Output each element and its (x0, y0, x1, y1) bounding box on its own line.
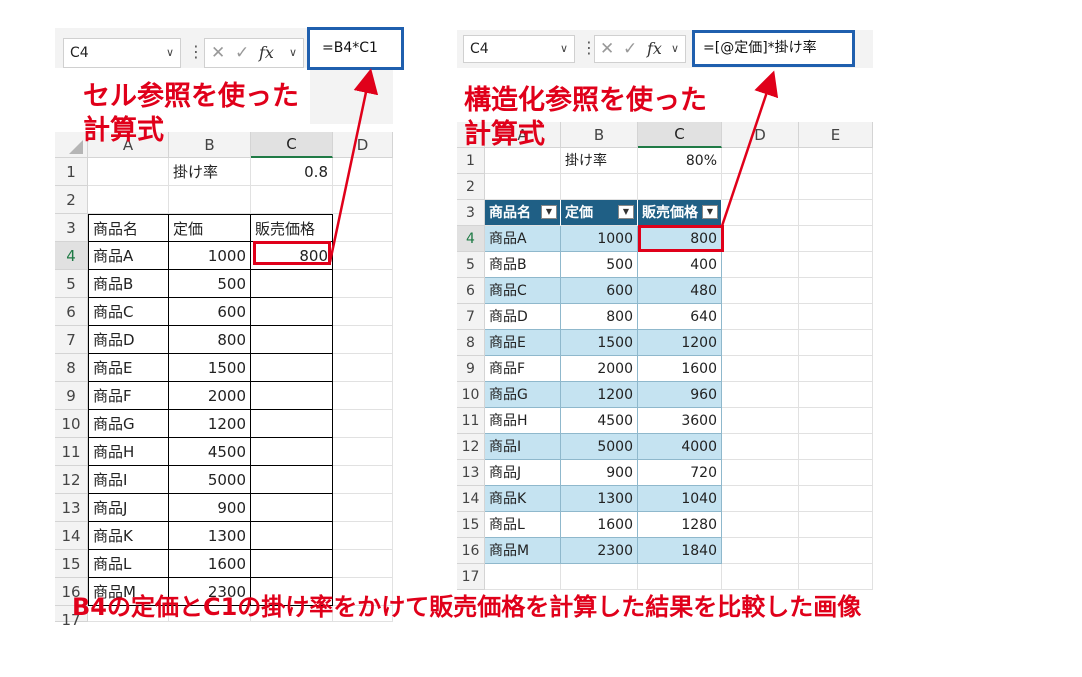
caption-text: B4の定価とC1の掛け率をかけて販売価格を計算した結果を比較した画像 (72, 593, 862, 621)
callout-arrows (328, 68, 779, 263)
right-arrow (720, 70, 779, 227)
left-arrow (328, 68, 379, 263)
